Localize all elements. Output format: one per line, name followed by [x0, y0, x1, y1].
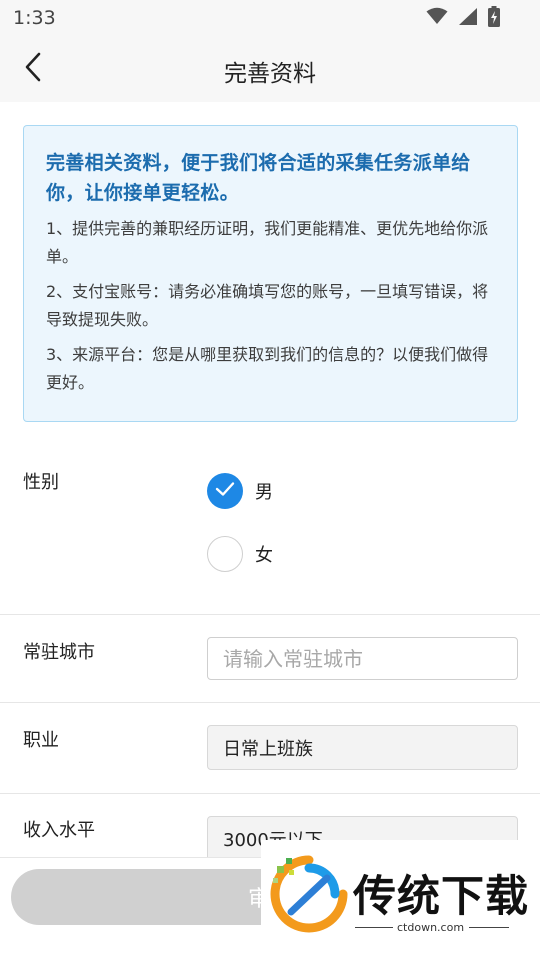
divider [0, 793, 540, 794]
page-title: 完善资料 [224, 61, 316, 87]
city-input[interactable] [223, 646, 517, 671]
gender-option-female[interactable]: 女 [207, 536, 273, 572]
status-bar: 1:33 [0, 0, 540, 36]
radio-unchecked[interactable] [207, 536, 243, 572]
status-icons [426, 5, 500, 31]
watermark-logo-icon [269, 854, 349, 934]
occupation-value: 日常上班族 [223, 738, 313, 760]
divider [0, 614, 540, 615]
divider [0, 702, 540, 703]
signal-icon [458, 7, 478, 30]
city-field[interactable] [207, 637, 518, 680]
checkmark-icon [215, 481, 235, 501]
divider [355, 927, 393, 928]
notice-item: 1、提供完善的兼职经历证明，我们更能精准、更优先地给你派单。 [46, 219, 489, 266]
gender-option-label: 女 [255, 545, 273, 566]
watermark-brand: 传统下载 [353, 872, 529, 922]
divider [469, 927, 509, 928]
gender-option-label: 男 [255, 482, 273, 503]
occupation-label: 职业 [23, 730, 59, 751]
watermark: 传统下载 ctdown.com [261, 840, 540, 939]
notice-item: 2、支付宝账号：请务必准确填写您的账号，一旦填写错误，将导致提现失败。 [46, 282, 489, 329]
occupation-select[interactable]: 日常上班族 [207, 725, 518, 770]
gender-option-male[interactable]: 男 [207, 473, 273, 509]
notice-box: 完善相关资料，便于我们将合适的采集任务派单给你，让你接单更轻松。 1、提供完善的… [23, 125, 518, 422]
notice-headline: 完善相关资料，便于我们将合适的采集任务派单给你，让你接单更轻松。 [46, 152, 471, 204]
wifi-icon [426, 7, 448, 29]
income-label: 收入水平 [23, 820, 95, 841]
radio-checked[interactable] [207, 473, 243, 509]
watermark-url: ctdown.com [397, 921, 465, 934]
gender-label: 性别 [23, 472, 59, 493]
status-time: 1:33 [13, 7, 56, 29]
app-bar: 完善资料 [0, 36, 540, 102]
battery-charging-icon [488, 5, 500, 31]
city-label: 常驻城市 [23, 642, 95, 663]
notice-item: 3、来源平台：您是从哪里获取到我们的信息的？以便我们做得更好。 [46, 345, 489, 392]
